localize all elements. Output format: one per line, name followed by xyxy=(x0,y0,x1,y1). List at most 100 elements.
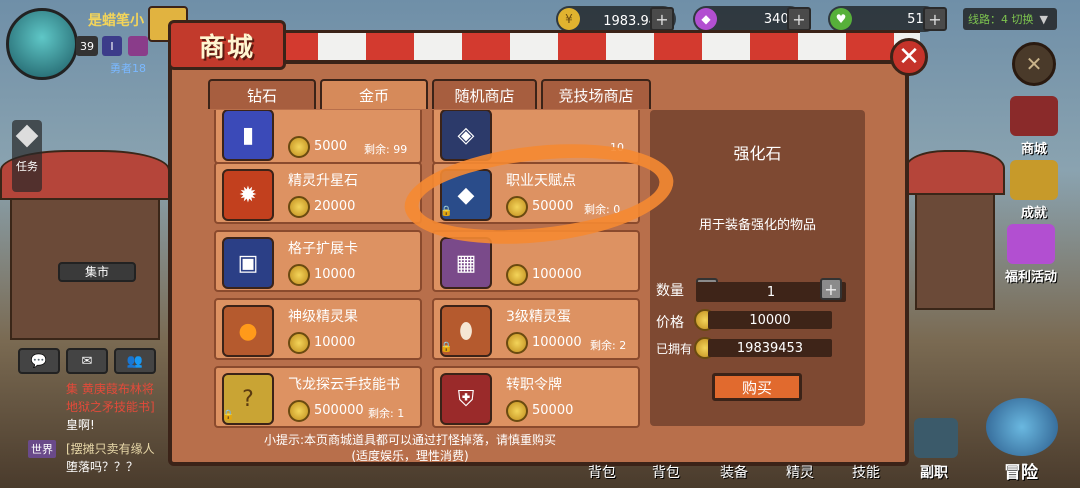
chat-line: [摆摊只卖有缘人 xyxy=(66,442,155,456)
item-name: 飞龙探云手技能书 xyxy=(288,377,400,393)
lock-icon: 🔒 xyxy=(440,342,453,353)
chat-toolbar: 💬 ✉ 👥 xyxy=(18,348,156,374)
task-button[interactable]: 任务 xyxy=(12,120,42,192)
line-select-label: 线路：4 切换 xyxy=(968,13,1034,26)
quill-icon xyxy=(15,124,39,148)
player-name: 是蜡笔小 xyxy=(88,13,144,29)
treasure-chest-icon: ▦ xyxy=(440,237,492,289)
heart-resource: ♥ 510 xyxy=(828,6,938,32)
tab-random-shop[interactable]: 随机商店 xyxy=(432,79,537,109)
adventure-icon xyxy=(986,398,1058,456)
gold-coin-icon: ¥ xyxy=(558,8,580,30)
item-name: 转职令牌 xyxy=(506,377,562,393)
friends-icon[interactable]: 👥 xyxy=(114,348,156,374)
item-price: 10000 xyxy=(314,335,356,350)
list-item[interactable]: ✹ 精灵升星石 20000 xyxy=(214,162,422,224)
list-item[interactable]: ⬮ 🔒 3级精灵蛋 100000 剩余: 2 xyxy=(432,298,640,360)
tab-arena-shop[interactable]: 竞技场商店 xyxy=(541,79,651,109)
bottom-nav-adventure[interactable]: 冒险 xyxy=(1004,458,1038,483)
rank-badge: I xyxy=(102,36,122,56)
close-button[interactable]: ✕ xyxy=(890,38,928,76)
tip-line-2: (适度娱乐，理性消费) xyxy=(351,449,469,463)
list-item[interactable]: ● 神级精灵果 10000 xyxy=(214,298,422,360)
close-icon: ✕ xyxy=(1025,52,1043,76)
sub-job-icon xyxy=(914,418,958,458)
diamond-icon: ◆ xyxy=(695,8,717,30)
bottom-nav-equip[interactable]: 装备 xyxy=(720,462,748,482)
tip-line-1: 小提示:本页商城道具都可以通过打怪掉落，请慎重购买 xyxy=(263,433,557,447)
mail-icon[interactable]: ✉ xyxy=(66,348,108,374)
owned-amount: 19839453 xyxy=(708,339,832,357)
gold-coin-icon xyxy=(506,332,528,354)
item-name: 3级精灵蛋 xyxy=(506,309,571,325)
chat-bubble-icon[interactable]: 💬 xyxy=(18,348,60,374)
item-price: 5000 xyxy=(314,139,348,154)
list-item[interactable]: ▣ 格子扩展卡 10000 xyxy=(214,230,422,292)
list-item[interactable]: ▮ 5000 剩余: 99 xyxy=(214,110,422,164)
side-menu-shop-label: 商城 xyxy=(1020,142,1047,157)
item-remain: 剩余: 1 xyxy=(368,405,404,421)
shop-title: 商城 xyxy=(168,20,286,70)
item-name: 格子扩展卡 xyxy=(288,241,358,257)
bottom-nav-sub-job[interactable]: 副职 xyxy=(920,462,948,482)
lock-icon: 🔒 xyxy=(222,410,235,421)
tab-diamond[interactable]: 钻石 xyxy=(208,79,316,109)
bottom-nav-bag[interactable]: 背包 xyxy=(588,462,616,482)
bottom-nav-skill[interactable]: 技能 xyxy=(852,462,880,482)
menu-toggle-button[interactable]: ✕ xyxy=(1012,42,1056,86)
add-gold-button[interactable]: + xyxy=(650,7,674,31)
remain-label: 剩余: xyxy=(590,339,616,352)
bottom-nav-bag-2[interactable]: 背包 xyxy=(652,462,680,482)
gift-icon xyxy=(1007,224,1055,264)
market-button[interactable]: 集市 xyxy=(58,262,136,282)
item-price: 100000 xyxy=(532,335,582,350)
buy-button[interactable]: 购买 xyxy=(712,373,802,401)
chat-line: 地狱之矛技能书] xyxy=(66,400,155,414)
line-select[interactable]: 线路：4 切换 ▼ xyxy=(963,8,1057,30)
remain-count: 99 xyxy=(393,143,408,156)
add-diamond-button[interactable]: + xyxy=(787,7,811,31)
player-avatar[interactable] xyxy=(6,8,78,80)
item-price: 500000 xyxy=(314,403,364,418)
background-roof xyxy=(905,150,1005,195)
orange-fruit-icon: ● xyxy=(222,305,274,357)
remain-count: 2 xyxy=(619,339,627,352)
item-remain: 剩余: 99 xyxy=(364,141,407,157)
card-icon: ▣ xyxy=(222,237,274,289)
rank-crystal-icon xyxy=(128,36,148,56)
chevron-down-icon: ▼ xyxy=(1039,12,1048,26)
side-menu-shop[interactable]: 商城 xyxy=(1006,96,1062,157)
item-price: 50000 xyxy=(532,403,574,418)
close-icon: ✕ xyxy=(898,42,920,72)
side-menu-achievement[interactable]: 成就 xyxy=(1006,160,1062,221)
add-heart-button[interactable]: + xyxy=(923,7,947,31)
rune-icon: ◈ xyxy=(440,110,492,161)
item-price: 10000 xyxy=(314,267,356,282)
detail-price: 10000 xyxy=(708,311,832,329)
gold-coin-icon xyxy=(288,400,310,422)
chat-channel-badge: 世界 xyxy=(28,440,56,458)
fire-stone-icon: ✹ xyxy=(222,169,274,221)
shop-tip: 小提示:本页商城道具都可以通过打怪掉落，请慎重购买 (适度娱乐，理性消费) xyxy=(170,432,650,464)
bottom-nav-spirit[interactable]: 精灵 xyxy=(786,462,814,482)
detail-description: 用于装备强化的物品 xyxy=(698,218,816,233)
remain-count: 1 xyxy=(397,407,405,420)
list-item[interactable]: ⛨ 转职令牌 50000 xyxy=(432,366,640,428)
gold-coin-icon xyxy=(288,264,310,286)
increase-quantity-button[interactable]: + xyxy=(820,278,842,300)
gold-coin-icon xyxy=(288,136,310,158)
player-rank-title: 勇者18 xyxy=(110,62,146,75)
list-item[interactable]: ? 🔒 飞龙探云手技能书 500000 剩余: 1 xyxy=(214,366,422,428)
heart-icon: ♥ xyxy=(830,8,852,30)
gold-coin-icon xyxy=(288,332,310,354)
gold-coin-icon xyxy=(288,196,310,218)
remain-label: 剩余: xyxy=(368,407,394,420)
chat-line: 皇啊! xyxy=(66,418,95,432)
tab-gold[interactable]: 金币 xyxy=(320,79,428,109)
shop-tabs: 钻石 金币 随机商店 竞技场商店 xyxy=(208,79,651,109)
quantity-label: 数量 xyxy=(656,283,684,299)
item-price: 20000 xyxy=(314,199,356,214)
gold-coin-icon xyxy=(506,264,528,286)
side-menu-welfare[interactable]: 福利活动 xyxy=(998,224,1064,285)
item-name: 神级精灵果 xyxy=(288,309,358,325)
